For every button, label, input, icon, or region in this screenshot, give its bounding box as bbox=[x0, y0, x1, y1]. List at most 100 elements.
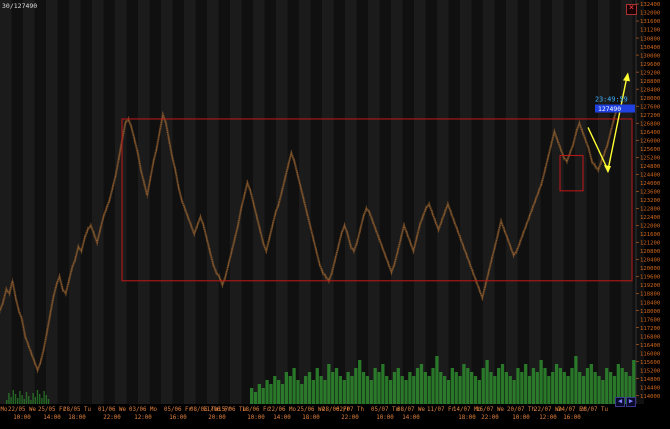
volume-bar bbox=[462, 364, 466, 404]
volume-bar bbox=[388, 380, 393, 404]
volume-bar bbox=[385, 376, 389, 404]
price-axis-label: 126400 bbox=[640, 130, 660, 136]
volume-bar bbox=[253, 392, 258, 404]
date-axis-time-label: 10:00 bbox=[13, 415, 31, 421]
price-axis-label: 127200 bbox=[640, 113, 660, 119]
session-band bbox=[57, 0, 69, 404]
volume-bar bbox=[558, 368, 563, 404]
session-band bbox=[287, 0, 299, 404]
volume-bar bbox=[277, 380, 281, 404]
date-axis-label: 01/06 We bbox=[98, 407, 126, 413]
volume-bar bbox=[354, 368, 358, 404]
price-axis-label: 116000 bbox=[640, 351, 660, 357]
price-axis-label: 114800 bbox=[640, 377, 660, 383]
volume-bar bbox=[331, 372, 335, 404]
volume-bar bbox=[288, 376, 292, 404]
volume-bar bbox=[520, 372, 524, 404]
price-axis-label: 124800 bbox=[640, 164, 660, 170]
session-band bbox=[621, 0, 633, 404]
price-axis-label: 115200 bbox=[640, 368, 660, 374]
scroll-right-button[interactable]: ▶ bbox=[626, 397, 636, 407]
volume-bar bbox=[508, 376, 512, 404]
volume-bar bbox=[273, 376, 277, 404]
volume-bar bbox=[605, 368, 609, 404]
session-band bbox=[0, 0, 12, 404]
volume-bar bbox=[570, 368, 574, 404]
date-axis-label: 16/07 We bbox=[476, 407, 504, 413]
volume-bar bbox=[381, 364, 385, 404]
volume-bar bbox=[12, 390, 14, 404]
session-band bbox=[218, 0, 230, 404]
volume-bar bbox=[539, 360, 543, 404]
date-axis-label: 28/07 Tu bbox=[580, 407, 608, 413]
volume-bar bbox=[562, 372, 566, 404]
session-band bbox=[207, 0, 219, 404]
close-chart-button[interactable]: × bbox=[626, 3, 637, 15]
volume-bar bbox=[404, 380, 408, 404]
price-axis-label: 122000 bbox=[640, 224, 660, 230]
price-axis-label: 125600 bbox=[640, 147, 660, 153]
volume-bar bbox=[30, 400, 32, 404]
volume-bar bbox=[32, 393, 34, 404]
volume-bar bbox=[41, 398, 43, 404]
volume-bar bbox=[21, 395, 23, 404]
session-band bbox=[483, 0, 495, 404]
volume-bar bbox=[470, 372, 474, 404]
date-axis-time-label: 14:00 bbox=[273, 415, 291, 421]
last-time-label: 23:49:59 bbox=[595, 96, 628, 104]
volume-bar bbox=[504, 372, 509, 404]
volume-bar bbox=[400, 376, 404, 404]
volume-bar bbox=[396, 368, 400, 404]
session-band bbox=[69, 0, 81, 404]
volume-bar bbox=[589, 364, 593, 404]
volume-bar bbox=[300, 384, 304, 404]
volume-bar bbox=[365, 376, 370, 404]
date-axis-time-label: 18:00 bbox=[458, 415, 476, 421]
scroll-left-button[interactable]: ◀ bbox=[615, 397, 625, 407]
volume-bar bbox=[14, 394, 17, 404]
volume-bar bbox=[346, 372, 350, 404]
price-axis-label: 123200 bbox=[640, 198, 660, 204]
date-axis-label: 05/07 Tu bbox=[371, 407, 399, 413]
volume-bar bbox=[493, 376, 497, 404]
volume-bar bbox=[524, 364, 528, 404]
volume-bar bbox=[373, 368, 377, 404]
date-axis-label: 22/05 We bbox=[8, 407, 36, 413]
session-band bbox=[460, 0, 472, 404]
volume-bar bbox=[304, 376, 308, 404]
volume-bar bbox=[574, 356, 578, 404]
session-band bbox=[379, 0, 391, 404]
volume-bar bbox=[19, 391, 21, 404]
session-band bbox=[161, 0, 173, 404]
volume-bar bbox=[34, 397, 36, 404]
price-axis-label: 125200 bbox=[640, 155, 660, 161]
price-axis-label: 118800 bbox=[640, 292, 660, 298]
volume-bar bbox=[554, 364, 559, 404]
chart-canvas[interactable]: 132400 131600 130800 130000 129200 128400 1276… bbox=[0, 0, 670, 425]
volume-bar bbox=[427, 376, 431, 404]
session-band bbox=[92, 0, 104, 404]
date-axis-label: 02/07 Th bbox=[336, 407, 364, 413]
session-band bbox=[115, 0, 127, 404]
volume-bar bbox=[39, 394, 41, 404]
trading-chart[interactable]: 132400 131600 130800 130000 129200 128400 1276… bbox=[0, 0, 670, 425]
volume-bar bbox=[551, 372, 555, 404]
volume-bar bbox=[597, 376, 601, 404]
price-axis-label: 120400 bbox=[640, 258, 660, 264]
session-band bbox=[11, 0, 23, 404]
price-axis-label: 130400 bbox=[640, 45, 660, 51]
volume-bar bbox=[535, 372, 539, 404]
volume-bar bbox=[466, 368, 470, 404]
volume-bar bbox=[315, 368, 319, 404]
session-band bbox=[540, 0, 552, 404]
date-axis-time-label: 14:00 bbox=[402, 415, 420, 421]
price-axis-label: 132000 bbox=[640, 11, 660, 17]
volume-bar bbox=[377, 372, 381, 404]
price-axis-label: 123600 bbox=[640, 190, 660, 196]
price-axis-label: 119600 bbox=[640, 275, 660, 281]
volume-bar bbox=[547, 376, 551, 404]
date-axis-label: 03/06 Mo bbox=[129, 407, 157, 413]
volume-bar bbox=[292, 368, 296, 404]
chart-title: 30/127490 bbox=[2, 2, 38, 10]
price-axis-label: 121600 bbox=[640, 232, 660, 238]
